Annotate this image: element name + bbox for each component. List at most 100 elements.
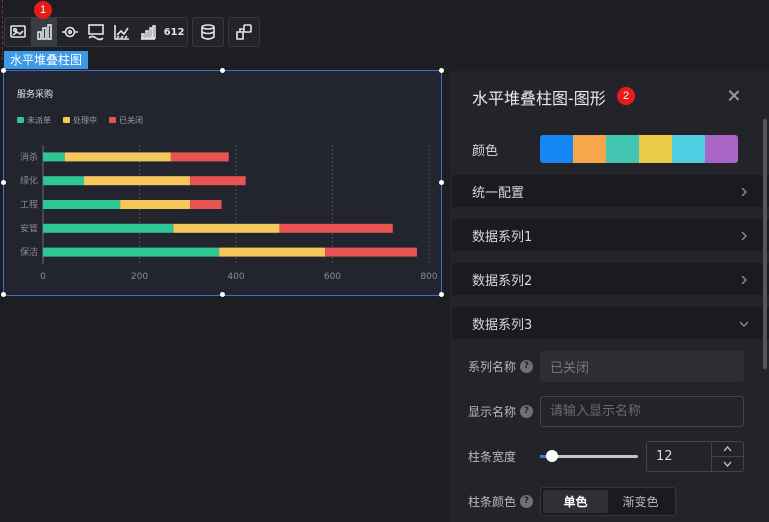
bar-color-label-text: 柱条颜色	[468, 494, 517, 509]
series-name-input[interactable]	[540, 350, 744, 382]
step-badge-1: 1	[34, 1, 52, 19]
legend-swatch	[109, 117, 116, 123]
chevron-up-icon	[723, 445, 732, 451]
resize-handle[interactable]	[439, 292, 444, 297]
share-button[interactable]	[229, 18, 259, 46]
x-tick-label: 400	[227, 272, 244, 282]
resize-handle[interactable]	[1, 180, 6, 185]
color-swatch[interactable]	[672, 135, 705, 163]
series-name-label-text: 系列名称	[468, 359, 517, 374]
section-label: 统一配置	[472, 185, 525, 201]
color-label: 颜色	[472, 143, 499, 159]
bar-segment	[190, 176, 246, 186]
chart-title: 服务采购	[17, 88, 53, 100]
series-name-label: 系列名称?	[468, 358, 540, 375]
target-button[interactable]	[57, 18, 83, 46]
x-tick-label: 200	[131, 272, 148, 282]
chevron-right-icon	[739, 274, 749, 285]
x-tick-label: 0	[40, 272, 46, 282]
image-chart-icon	[10, 25, 26, 38]
legend-swatch	[63, 117, 70, 123]
y-category-label: 保洁	[20, 246, 38, 258]
resize-handle[interactable]	[220, 68, 225, 73]
chart-type-group: 612	[4, 17, 188, 47]
bar-chart-button[interactable]	[31, 18, 57, 46]
legend-swatch	[17, 117, 24, 123]
color-swatch[interactable]	[639, 135, 672, 163]
screen-button[interactable]	[83, 18, 109, 46]
property-panel: 水平堆叠柱图-图形 2 颜色 统一配置 数据系列1 数据系列2 数据系列3 系列…	[451, 71, 769, 522]
section-label: 数据系列2	[472, 273, 533, 289]
resize-handle[interactable]	[220, 292, 225, 297]
stepper-arrows	[711, 441, 743, 471]
chart-component[interactable]: 服务采购 未派单 处理中 已关闭 0 200 400 600 800 消杀 绿化 工程 安管 保洁	[1, 68, 444, 297]
bar-width-label: 柱条宽度	[468, 449, 517, 464]
chevron-right-icon	[739, 186, 749, 197]
help-icon[interactable]: ?	[520, 404, 534, 418]
resize-handle[interactable]	[1, 68, 6, 73]
panel-scrollbar[interactable]	[763, 119, 767, 369]
bar-width-slider[interactable]	[540, 448, 638, 464]
stacked-bar-chart: 服务采购未派单 处理中 已关闭 0 200 400 600 800 消杀绿化工程安管保洁	[17, 88, 438, 282]
trend-button[interactable]	[109, 18, 135, 46]
help-icon[interactable]: ?	[520, 494, 534, 508]
target-icon	[62, 26, 78, 38]
stepper-up-button[interactable]	[712, 442, 743, 456]
legend-label: 已关闭	[119, 115, 143, 125]
gradient-color-option[interactable]: 渐变色	[608, 490, 673, 513]
section-unified-config[interactable]: 统一配置	[452, 175, 769, 207]
x-tick-label: 800	[420, 272, 437, 282]
bar-segment	[84, 176, 191, 186]
y-category-label: 工程	[20, 200, 38, 211]
panel-title: 水平堆叠柱图-图形	[472, 89, 606, 108]
color-swatch[interactable]	[573, 135, 606, 163]
color-swatch[interactable]	[606, 135, 639, 163]
section-series-1[interactable]: 数据系列1	[452, 219, 769, 251]
resize-handle[interactable]	[439, 68, 444, 73]
solid-color-option[interactable]: 单色	[543, 489, 608, 513]
image-chart-button[interactable]	[5, 18, 31, 46]
bar-width-value[interactable]: 12	[647, 442, 711, 471]
y-category-label: 安管	[20, 222, 38, 234]
bar-segment	[190, 200, 222, 209]
resize-handle[interactable]	[1, 292, 6, 297]
bar-segment	[325, 247, 417, 257]
bar-segment	[43, 223, 174, 233]
section-series-3[interactable]: 数据系列3	[452, 307, 769, 339]
close-icon[interactable]	[725, 87, 743, 105]
share-icon	[236, 24, 252, 40]
legend-label: 处理中	[73, 115, 97, 125]
bar-segment	[120, 200, 191, 209]
number-button[interactable]: 612	[161, 18, 187, 46]
section-series-2[interactable]: 数据系列2	[452, 263, 769, 295]
help-icon[interactable]: ?	[520, 359, 534, 373]
display-name-input[interactable]	[540, 395, 744, 427]
section-label: 数据系列3	[472, 317, 533, 333]
color-palette[interactable]	[540, 135, 738, 163]
chevron-down-icon	[723, 461, 732, 467]
color-swatch[interactable]	[540, 135, 573, 163]
bar-color-row: 柱条颜色? 单色 渐变色	[452, 486, 769, 516]
section-label: 数据系列1	[472, 229, 533, 245]
stepped-bar-button[interactable]	[135, 18, 161, 46]
bar-color-label: 柱条颜色?	[468, 493, 540, 510]
bar-chart-icon	[37, 24, 52, 40]
database-button[interactable]	[193, 18, 223, 46]
step-badge-2: 2	[617, 87, 635, 105]
bar-color-toggle: 单色 渐变色	[540, 486, 676, 516]
color-swatch[interactable]	[705, 135, 738, 163]
y-category-label: 消杀	[20, 151, 38, 163]
color-row: 颜色	[452, 123, 769, 175]
bar-segment	[219, 247, 326, 257]
bar-width-stepper[interactable]: 12	[646, 440, 744, 472]
stepper-down-button[interactable]	[712, 455, 743, 471]
bar-segment	[43, 176, 85, 186]
bar-segment	[173, 223, 280, 233]
resize-handle[interactable]	[439, 180, 444, 185]
legend-label: 未派单	[27, 115, 51, 125]
slider-thumb[interactable]	[546, 450, 558, 462]
x-tick-label: 600	[324, 272, 341, 282]
chevron-right-icon	[739, 230, 749, 241]
share-group	[228, 17, 260, 47]
number-icon: 612	[163, 26, 185, 38]
